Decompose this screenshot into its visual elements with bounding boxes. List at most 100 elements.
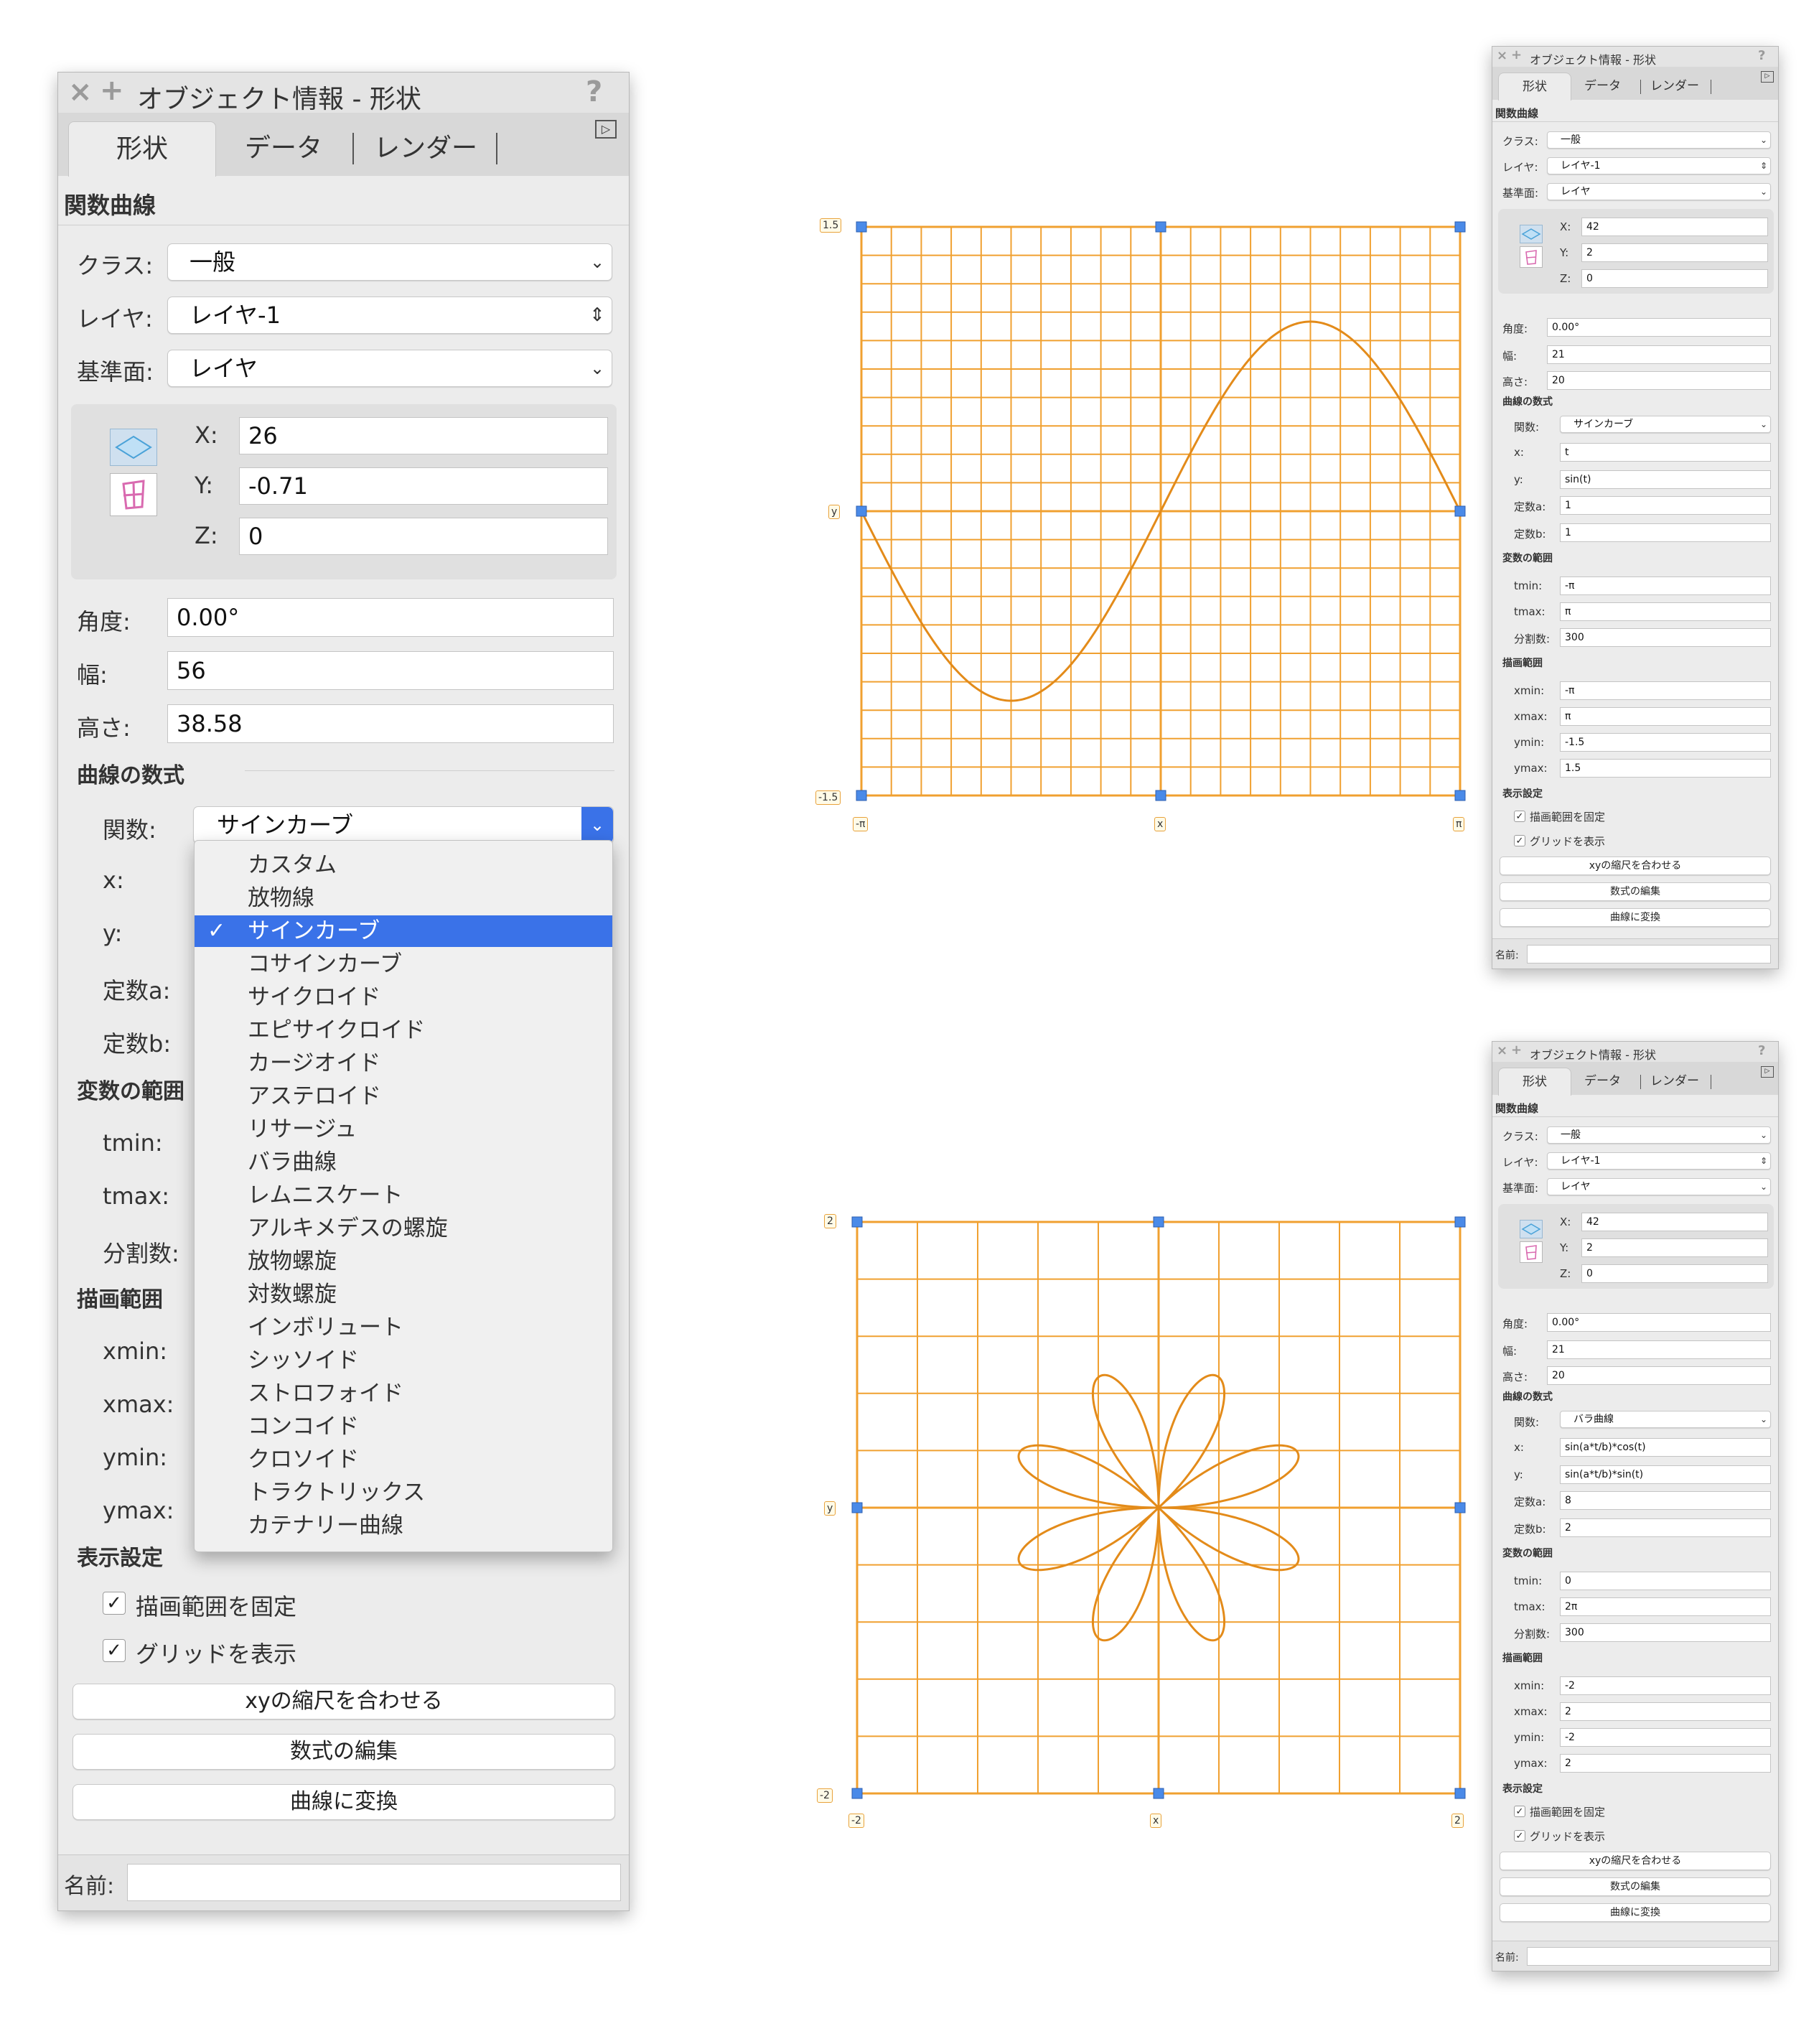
const-b-field[interactable]: 2	[1560, 1518, 1771, 1537]
close-icon[interactable]: ×	[1497, 48, 1507, 63]
width-field[interactable]: 21	[1547, 1340, 1771, 1359]
fix-range-checkbox[interactable]: ✓	[1514, 811, 1525, 822]
function-select[interactable]: バラ曲線 ⌄	[1560, 1411, 1771, 1428]
fix-range-checkbox[interactable]: ✓	[1514, 1806, 1525, 1817]
dropdown-item[interactable]: 放物螺旋	[195, 1246, 612, 1277]
fy-field[interactable]: sin(a*t/b)*sin(t)	[1560, 1465, 1771, 1484]
layer-select[interactable]: レイヤ-1 ⇕	[1547, 157, 1771, 174]
dropdown-item[interactable]: インボリュート	[195, 1312, 612, 1343]
plane-icon[interactable]	[1520, 1220, 1543, 1238]
tab-data[interactable]: データ	[1584, 1068, 1621, 1095]
function-select[interactable]: サインカーブ ⌄	[1560, 416, 1771, 433]
x-field[interactable]: 42	[1581, 218, 1768, 236]
divisions-field[interactable]: 300	[1560, 1623, 1771, 1642]
ymax-field[interactable]: 1.5	[1560, 759, 1771, 778]
tab-shape[interactable]: 形状	[1498, 73, 1571, 101]
height-field[interactable]: 20	[1547, 371, 1771, 390]
width-field[interactable]: 56	[167, 651, 614, 690]
edit-formula-button[interactable]: 数式の編集	[73, 1734, 615, 1770]
class-select[interactable]: 一般 ⌄	[1547, 131, 1771, 149]
z-field[interactable]: 0	[239, 518, 608, 555]
close-icon[interactable]: ×	[1497, 1043, 1507, 1058]
reference-point-icon[interactable]	[1520, 246, 1543, 268]
help-icon[interactable]: ?	[1758, 1043, 1765, 1058]
convert-to-curve-button[interactable]: 曲線に変換	[1500, 908, 1771, 927]
height-field[interactable]: 38.58	[167, 704, 614, 743]
expand-icon[interactable]: ▷	[595, 120, 617, 139]
class-select[interactable]: 一般 ⌄	[1547, 1126, 1771, 1144]
convert-to-curve-button[interactable]: 曲線に変換	[73, 1784, 615, 1820]
expand-icon[interactable]: ▷	[1761, 71, 1774, 83]
scale-xy-button[interactable]: xyの縮尺を合わせる	[1500, 1852, 1771, 1870]
fix-range-checkbox[interactable]: ✓	[103, 1592, 126, 1615]
edit-formula-button[interactable]: 数式の編集	[1500, 1877, 1771, 1896]
dropdown-item[interactable]: リサージュ	[195, 1114, 612, 1145]
dropdown-item[interactable]: レムニスケート	[195, 1180, 612, 1211]
plane-select[interactable]: レイヤ ⌄	[167, 350, 612, 387]
width-field[interactable]: 21	[1547, 345, 1771, 364]
help-icon[interactable]: ?	[1758, 48, 1765, 63]
z-field[interactable]: 0	[1581, 1264, 1768, 1283]
palette-titlebar[interactable]: × + オブジェクト情報 - 形状?	[1492, 47, 1778, 67]
scale-xy-button[interactable]: xyの縮尺を合わせる	[73, 1684, 615, 1719]
layer-select[interactable]: レイヤ-1 ⇕	[167, 297, 612, 334]
scale-xy-button[interactable]: xyの縮尺を合わせる	[1500, 857, 1771, 875]
palette-titlebar[interactable]: × + オブジェクト情報 - 形状?	[1492, 1042, 1778, 1063]
dropdown-item[interactable]: トラクトリックス	[195, 1477, 612, 1508]
tab-shape[interactable]: 形状	[1498, 1068, 1571, 1096]
reference-point-icon[interactable]	[1520, 1241, 1543, 1263]
rose-curve-graph[interactable]: 2 y -2 -2 x 2	[811, 1203, 1486, 1835]
ymin-field[interactable]: -2	[1560, 1728, 1771, 1747]
tmax-field[interactable]: 2π	[1560, 1597, 1771, 1616]
name-field[interactable]	[127, 1864, 621, 1901]
dropdown-item[interactable]: バラ曲線	[195, 1147, 612, 1178]
add-icon[interactable]: +	[1511, 47, 1522, 62]
angle-field[interactable]: 0.00°	[167, 598, 614, 637]
show-grid-checkbox[interactable]: ✓	[1514, 1830, 1525, 1842]
add-icon[interactable]: +	[100, 74, 124, 107]
const-a-field[interactable]: 1	[1560, 496, 1771, 515]
dropdown-item[interactable]: コサインカーブ	[195, 948, 612, 980]
x-field[interactable]: 42	[1581, 1213, 1768, 1231]
tmin-field[interactable]: -π	[1560, 577, 1771, 595]
tab-data[interactable]: データ	[1584, 73, 1621, 100]
xmin-field[interactable]: -2	[1560, 1676, 1771, 1695]
plane-icon[interactable]	[1520, 225, 1543, 243]
expand-icon[interactable]: ▷	[1761, 1066, 1774, 1078]
tab-render[interactable]: レンダー	[1650, 73, 1699, 100]
convert-to-curve-button[interactable]: 曲線に変換	[1500, 1903, 1771, 1922]
const-b-field[interactable]: 1	[1560, 523, 1771, 542]
class-select[interactable]: 一般 ⌄	[167, 243, 612, 281]
tab-render[interactable]: レンダー	[1650, 1068, 1699, 1095]
dropdown-item[interactable]: ✓ サインカーブ	[195, 915, 612, 947]
dropdown-item[interactable]: コンコイド	[195, 1411, 612, 1442]
height-field[interactable]: 20	[1547, 1366, 1771, 1385]
layer-select[interactable]: レイヤ-1 ⇕	[1547, 1152, 1771, 1170]
plane-select[interactable]: レイヤ ⌄	[1547, 1178, 1771, 1195]
add-icon[interactable]: +	[1511, 1042, 1522, 1058]
y-field[interactable]: 2	[1581, 1238, 1768, 1257]
xmax-field[interactable]: π	[1560, 707, 1771, 726]
dropdown-item[interactable]: エピサイクロイド	[195, 1014, 612, 1046]
divisions-field[interactable]: 300	[1560, 628, 1771, 647]
dropdown-item[interactable]: シッソイド	[195, 1345, 612, 1376]
dropdown-item[interactable]: アルキメデスの螺旋	[195, 1213, 612, 1244]
tab-render[interactable]: レンダー	[374, 121, 477, 176]
ymin-field[interactable]: -1.5	[1560, 733, 1771, 752]
y-field[interactable]: -0.71	[239, 467, 608, 505]
show-grid-checkbox[interactable]: ✓	[103, 1639, 126, 1662]
name-field[interactable]	[1527, 1947, 1771, 1966]
function-select[interactable]: サインカーブ ⌄	[193, 806, 614, 844]
reference-point-icon[interactable]	[110, 473, 157, 516]
fx-field[interactable]: sin(a*t/b)*cos(t)	[1560, 1438, 1771, 1457]
y-field[interactable]: 2	[1581, 243, 1768, 262]
angle-field[interactable]: 0.00°	[1547, 1313, 1771, 1332]
x-field[interactable]: 26	[239, 417, 608, 454]
ymax-field[interactable]: 2	[1560, 1754, 1771, 1773]
plane-icon[interactable]	[110, 429, 157, 466]
dropdown-item[interactable]: カテナリー曲線	[195, 1510, 612, 1541]
z-field[interactable]: 0	[1581, 269, 1768, 288]
name-field[interactable]	[1527, 945, 1771, 963]
xmin-field[interactable]: -π	[1560, 681, 1771, 700]
palette-titlebar[interactable]: × + オブジェクト情報 - 形状 ?	[58, 73, 629, 114]
